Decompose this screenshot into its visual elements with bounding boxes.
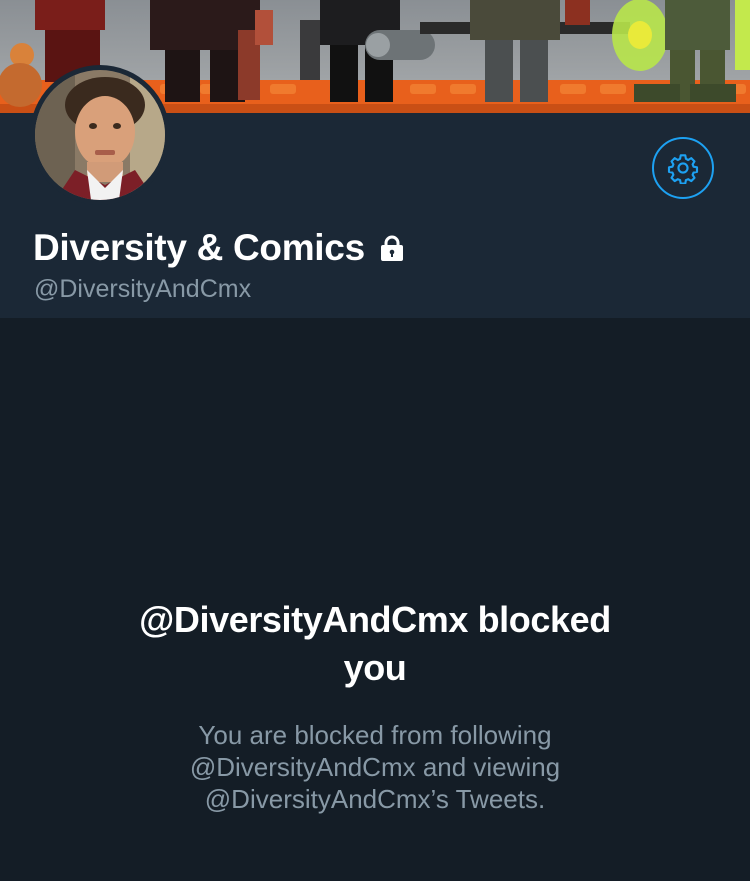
lock-icon [377, 233, 407, 263]
blocked-description-line: @DiversityAndCmx’s Tweets. [204, 784, 546, 814]
profile-handle: @DiversityAndCmx [34, 275, 252, 303]
settings-button[interactable] [652, 137, 714, 199]
display-name-row: Diversity & Comics [33, 224, 407, 272]
blocked-description-line: You are blocked from following [198, 720, 552, 750]
blocked-title-line: you [343, 647, 407, 688]
blocked-title: @DiversityAndCmx blocked you [0, 596, 750, 692]
profile-page: Diversity & Comics @DiversityAndCmx @Div… [0, 0, 750, 881]
display-name: Diversity & Comics [33, 227, 365, 268]
blocked-description: You are blocked from following @Diversit… [0, 719, 750, 815]
gear-icon [667, 154, 699, 184]
blocked-title-line: @DiversityAndCmx blocked [139, 599, 611, 640]
blocked-description-line: @DiversityAndCmx and viewing [189, 752, 561, 782]
avatar[interactable] [30, 65, 170, 205]
avatar-image [35, 70, 165, 200]
